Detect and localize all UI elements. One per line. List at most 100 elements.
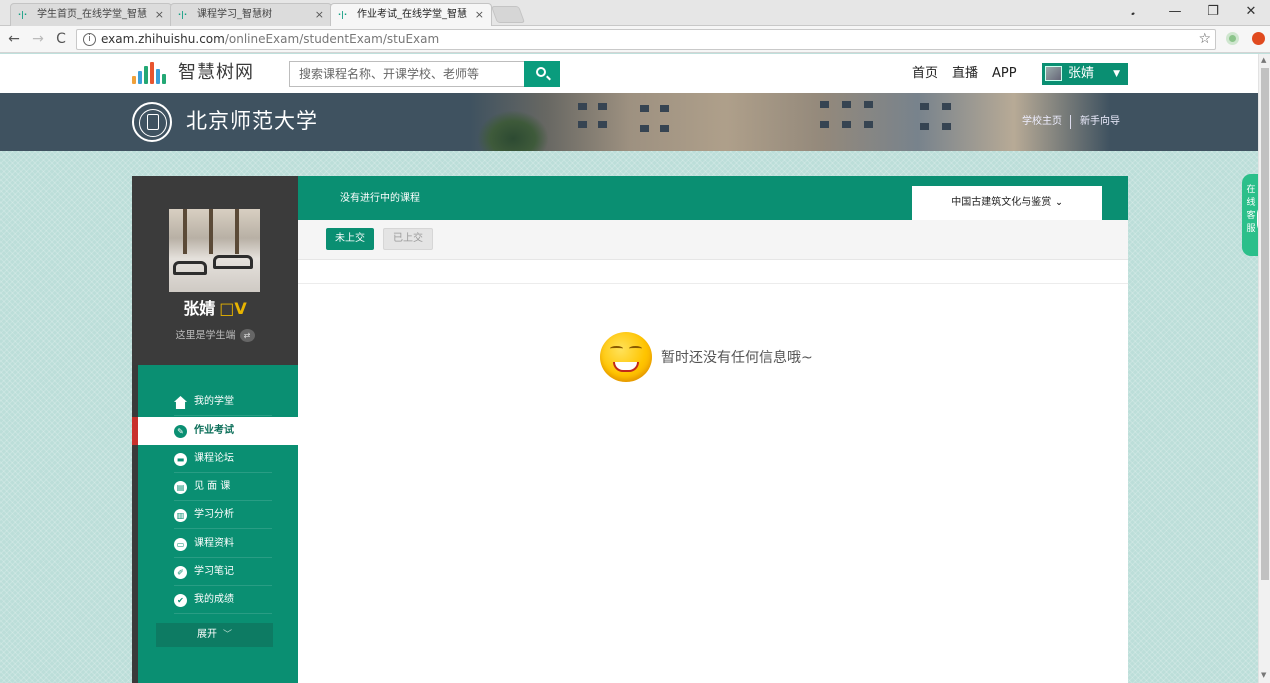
pen-icon: ✎ — [174, 425, 187, 438]
school-banner: 北京师范大学 学校主页 新手向导 — [0, 93, 1258, 151]
back-button[interactable]: ← — [6, 31, 22, 47]
expand-menu-button[interactable]: 展开 ﹀ — [156, 623, 273, 647]
chevron-down-icon: ﹀ — [222, 630, 232, 640]
role-text: 这里是学生端 — [175, 330, 236, 342]
restore-button[interactable]: ❐ — [1206, 4, 1220, 19]
tab-close-icon[interactable]: × — [475, 4, 484, 26]
chat-icon: ▬ — [174, 453, 187, 466]
sidebar-item-study-notes[interactable]: ✐ 学习笔记 — [138, 558, 298, 586]
window-user-icon[interactable]: 𝅘 — [1126, 4, 1140, 19]
folder-icon: ▭ — [174, 538, 187, 551]
banner-tree-image — [478, 111, 548, 151]
scroll-down-icon[interactable]: ▼ — [1261, 671, 1266, 679]
sidebar-item-label: 学习分析 — [194, 509, 234, 520]
sidebar-item-label: 作业考试 — [194, 425, 234, 436]
main-panel: 没有进行中的课程 中国古建筑文化与鉴赏 ⌄ 未上交 已上交 暂时还没有任何信息哦~ — [298, 176, 1128, 683]
window-close-button[interactable]: ✕ — [1244, 4, 1258, 19]
browser-toolbar: ← → C i exam.zhihuishu.com/onlineExam/st… — [0, 26, 1270, 53]
nav-app-link[interactable]: APP — [992, 65, 1017, 83]
note-icon: ✐ — [174, 566, 187, 579]
scrollbar-thumb[interactable] — [1261, 68, 1269, 580]
url-text[interactable]: exam.zhihuishu.com/onlineExam/studentExa… — [101, 30, 439, 49]
nav-home-link[interactable]: 首页 — [912, 65, 938, 83]
vip-badge: □V — [219, 299, 247, 318]
nav-live-link[interactable]: 直播 — [952, 65, 978, 83]
sidebar-item-label: 课程论坛 — [194, 453, 234, 464]
url-path: /onlineExam/studentExam/stuExam — [224, 32, 440, 46]
meeting-icon: ▤ — [174, 481, 187, 494]
course-header: 没有进行中的课程 中国古建筑文化与鉴赏 ⌄ — [298, 176, 1128, 220]
link-separator — [1070, 115, 1071, 129]
minimize-button[interactable]: — — [1168, 4, 1182, 19]
left-sidebar: 张婧 □V 这里是学生端 ⇄ 我的学堂 ✎ 作业考试 ▬ 课程论坛 ▤ 见 面 课 … — [132, 176, 298, 683]
sidebar-item-my-classroom[interactable]: 我的学堂 — [138, 388, 298, 416]
url-domain: exam.zhihuishu.com — [101, 32, 225, 46]
extension-green-icon[interactable] — [1226, 32, 1239, 45]
forward-button[interactable]: → — [30, 31, 46, 47]
swap-role-icon: ⇄ — [239, 329, 255, 342]
expand-label: 展开 — [196, 629, 217, 640]
chart-icon: ▥ — [174, 509, 187, 522]
sidebar-item-label: 见 面 课 — [194, 481, 231, 492]
tab-title: 课程学习_智慧树 — [197, 9, 272, 20]
bookmark-star-icon[interactable]: ☆ — [1198, 30, 1211, 49]
browser-tab-homework-exam[interactable]: ·|· 作业考试_在线学堂_智慧 × — [330, 3, 492, 27]
divider — [298, 283, 1128, 284]
user-name: 张婧 — [1068, 66, 1095, 81]
site-favicon-icon: ·|· — [338, 10, 347, 19]
new-tab-button[interactable] — [490, 6, 526, 23]
sidebar-item-my-grades[interactable]: ✔ 我的成绩 — [138, 586, 298, 614]
course-selected-label: 中国古建筑文化与鉴赏 — [951, 197, 1052, 208]
caret-down-icon: ▼ — [1113, 69, 1120, 79]
school-homepage-link[interactable]: 学校主页 — [1022, 115, 1062, 129]
tab-close-icon[interactable]: × — [315, 4, 324, 26]
course-select-dropdown[interactable]: 中国古建筑文化与鉴赏 ⌄ — [912, 186, 1102, 220]
sidebar-item-label: 学习笔记 — [194, 566, 234, 577]
sidebar-item-homework-exam[interactable]: ✎ 作业考试 — [132, 417, 298, 445]
profile-avatar[interactable] — [169, 209, 260, 292]
user-menu-dropdown[interactable]: 张婧 ▼ — [1042, 63, 1128, 85]
university-seal-icon — [132, 102, 172, 142]
filter-bar: 未上交 已上交 — [298, 220, 1128, 260]
browser-tab-student-home[interactable]: ·|· 学生首页_在线学堂_智慧 × — [10, 3, 172, 26]
sidebar-item-label: 课程资料 — [194, 538, 234, 549]
sidebar-menu: 我的学堂 ✎ 作业考试 ▬ 课程论坛 ▤ 见 面 课 ▥ 学习分析 ▭ 课程资料… — [132, 365, 298, 683]
chevron-down-icon: ⌄ — [1055, 198, 1063, 208]
home-icon — [174, 396, 187, 409]
role-switch[interactable]: 这里是学生端 ⇄ — [132, 329, 298, 344]
browser-tab-course-study[interactable]: ·|· 课程学习_智慧树 × — [170, 3, 332, 26]
site-info-icon[interactable]: i — [83, 33, 96, 46]
site-logo-text[interactable]: 智慧树网 — [178, 62, 254, 84]
site-header: 智慧树网 首页 直播 APP 张婧 ▼ — [0, 54, 1258, 93]
school-name: 北京师范大学 — [186, 109, 318, 133]
search-icon — [536, 67, 546, 77]
search-button[interactable] — [524, 61, 560, 87]
extension-red-icon[interactable] — [1252, 32, 1265, 45]
empty-state: 暂时还没有任何信息哦~ — [600, 332, 860, 384]
course-status-text: 没有进行中的课程 — [340, 193, 420, 204]
filter-unsubmitted-button[interactable]: 未上交 — [326, 228, 374, 250]
logo-bars-icon — [132, 62, 174, 84]
page-scrollbar[interactable]: ▲ ▼ — [1258, 54, 1270, 683]
profile-card: 张婧 □V 这里是学生端 ⇄ — [132, 176, 298, 365]
search-input[interactable] — [289, 61, 525, 87]
tab-title: 作业考试_在线学堂_智慧 — [357, 9, 467, 20]
empty-message: 暂时还没有任何信息哦~ — [661, 350, 813, 366]
address-bar[interactable]: i exam.zhihuishu.com/onlineExam/studentE… — [76, 29, 1216, 50]
smiley-face-icon — [600, 332, 652, 382]
reload-button[interactable]: C — [53, 31, 69, 47]
banner-building-image — [470, 93, 1110, 151]
scroll-up-icon[interactable]: ▲ — [1261, 56, 1266, 64]
tab-close-icon[interactable]: × — [155, 4, 164, 26]
sidebar-item-meeting-class[interactable]: ▤ 见 面 课 — [138, 473, 298, 501]
check-icon: ✔ — [174, 594, 187, 607]
sidebar-item-learning-analysis[interactable]: ▥ 学习分析 — [138, 501, 298, 529]
sidebar-item-course-forum[interactable]: ▬ 课程论坛 — [138, 445, 298, 473]
profile-name: 张婧 — [183, 299, 216, 318]
sidebar-item-label: 我的学堂 — [194, 396, 234, 407]
filter-submitted-button[interactable]: 已上交 — [383, 228, 433, 250]
beginner-guide-link[interactable]: 新手向导 — [1080, 115, 1120, 129]
profile-name-row: 张婧 □V — [132, 298, 298, 320]
sidebar-item-course-materials[interactable]: ▭ 课程资料 — [138, 530, 298, 558]
search-box — [289, 61, 560, 87]
